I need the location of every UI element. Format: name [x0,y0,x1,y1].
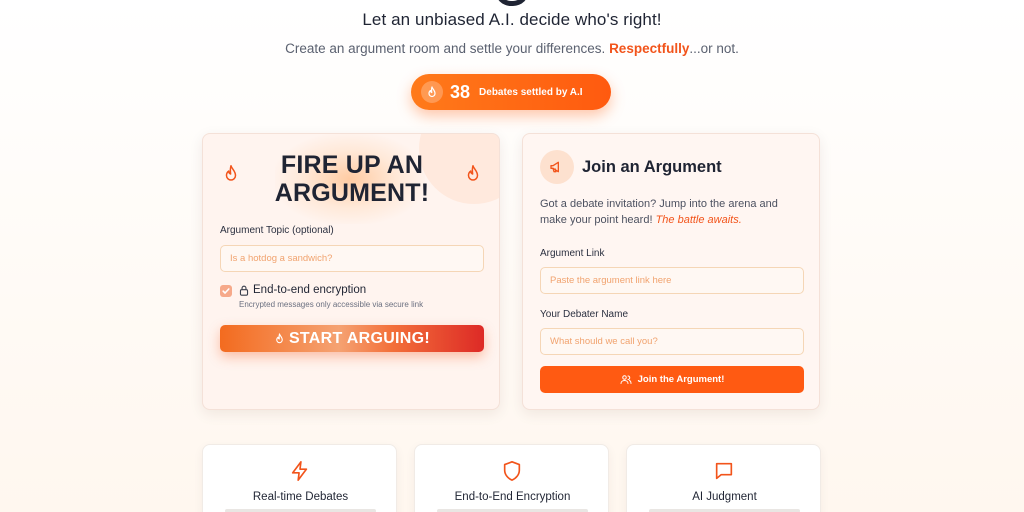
topic-input[interactable] [220,245,484,272]
create-card-title: FIRE UP AN ARGUMENT! [274,151,430,207]
join-card-title: Join an Argument [582,158,722,176]
feature-title: End-to-End Encryption [454,491,571,503]
join-card-description: Got a debate invitation? Jump into the a… [540,196,805,228]
hero-tagline: Let an unbiased A.I. decide who's right! [362,10,662,29]
debater-name-input[interactable] [540,328,804,355]
link-label: Argument Link [540,248,605,259]
logo-partial [495,0,529,6]
flame-icon [421,81,443,103]
flame-icon [276,332,283,343]
feature-card-ai-judgment: AI Judgment [626,444,821,512]
debates-settled-badge: 38 Debates settled by A.I [411,74,611,110]
hero-subline: Create an argument room and settle your … [0,41,1024,56]
debates-label: Debates settled by A.I [479,86,583,98]
encryption-note: Encrypted messages only accessible via s… [239,300,424,309]
debates-count: 38 [450,81,471,102]
join-desc-accent: The battle awaits. [655,214,742,226]
start-arguing-button[interactable]: START ARGUING! [220,325,484,352]
topic-label: Argument Topic (optional) [220,225,334,236]
encryption-label: End-to-end encryption [253,284,367,296]
create-argument-card: FIRE UP AN ARGUMENT! Argument Topic (opt… [202,133,500,410]
feature-card-encryption: End-to-End Encryption [414,444,609,512]
feature-title: Real-time Debates [252,491,349,503]
lock-icon [239,285,249,296]
users-icon [620,375,632,384]
subline-accent: Respectfully [609,41,690,56]
join-argument-button[interactable]: Join the Argument! [540,366,804,393]
subline-text: Create an argument room and settle your … [285,41,610,56]
megaphone-icon [540,150,574,184]
debater-name-label: Your Debater Name [540,309,629,320]
flame-icon [467,165,479,181]
feature-title: AI Judgment [692,491,757,503]
shield-icon [503,461,521,481]
encryption-option: End-to-end encryption [239,284,366,296]
landing-page: Let an unbiased A.I. decide who's right!… [0,0,1024,512]
argument-link-input[interactable] [540,267,804,294]
feature-card-realtime: Real-time Debates [202,444,397,512]
start-arguing-label: START ARGUING! [288,329,431,347]
encryption-checkbox[interactable] [220,285,232,297]
chat-bubble-icon [715,462,733,480]
subline-tail: ...or not. [689,41,739,56]
join-argument-card: Join an Argument Got a debate invitation… [522,133,820,410]
join-argument-label: Join the Argument! [637,374,725,385]
lightning-icon [291,461,308,481]
